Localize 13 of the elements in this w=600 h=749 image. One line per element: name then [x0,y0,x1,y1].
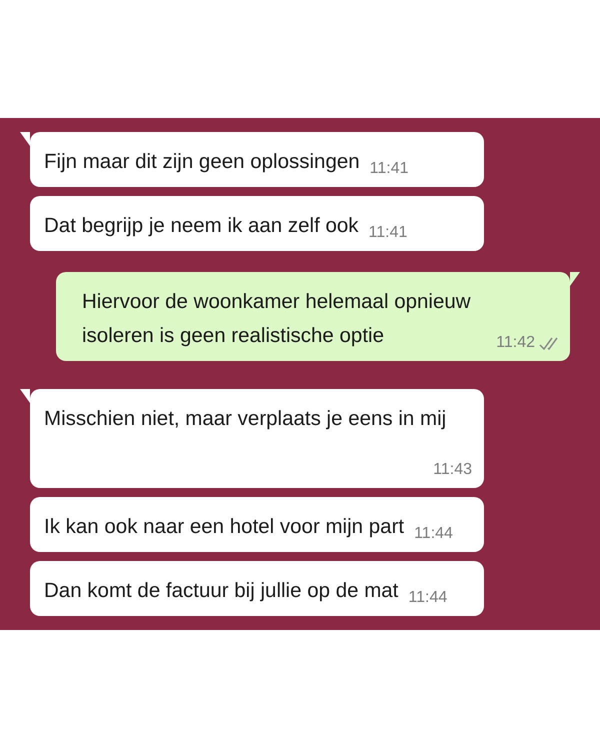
double-check-icon [539,336,558,350]
message-text: Fijn maar dit zijn geen oplossingen [44,149,360,175]
message-time: 11:44 [408,590,448,606]
message-time: 11:43 [433,462,472,478]
message-time: 11:42 [496,335,535,351]
message-text: Hiervoor de woonkamer helemaal opnieuw isoleren is geen realistische optie [82,289,472,349]
message-text: Misschien niet, maar verplaats je eens in mij [44,406,448,432]
message-time: 11:41 [368,225,408,241]
message-time: 11:41 [370,161,409,177]
message-text: Ik kan ook naar een hotel voor mijn part [44,514,404,540]
message-text: Dan komt de factuur bij jullie op de mat [44,578,398,604]
message-text: Dat begrijp je neem ik aan zelf ook [44,213,359,239]
message-time: 11:44 [414,526,453,542]
